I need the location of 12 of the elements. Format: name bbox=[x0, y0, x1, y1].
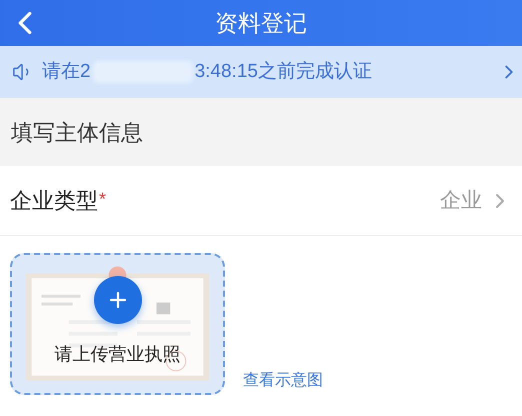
notice-text-start: 请在2 bbox=[42, 60, 91, 84]
enterprise-type-row[interactable]: 企业类型* 企业 bbox=[0, 166, 522, 236]
notice-text-end: 3:48:15之前完成认证 bbox=[194, 60, 372, 84]
page-title: 资料登记 bbox=[215, 8, 307, 38]
upload-label: 请上传营业执照 bbox=[54, 343, 182, 366]
notice-bar[interactable]: 请在2 3:48:15之前完成认证 bbox=[0, 46, 522, 98]
section-title: 填写主体信息 bbox=[11, 118, 143, 146]
license-upload-area[interactable]: 请上传营业执照 bbox=[10, 253, 225, 395]
view-sample-link[interactable]: 查看示意图 bbox=[243, 369, 323, 393]
field-label: 企业类型 bbox=[10, 187, 98, 215]
field-value: 企业 bbox=[440, 188, 482, 214]
required-mark: * bbox=[99, 188, 106, 211]
